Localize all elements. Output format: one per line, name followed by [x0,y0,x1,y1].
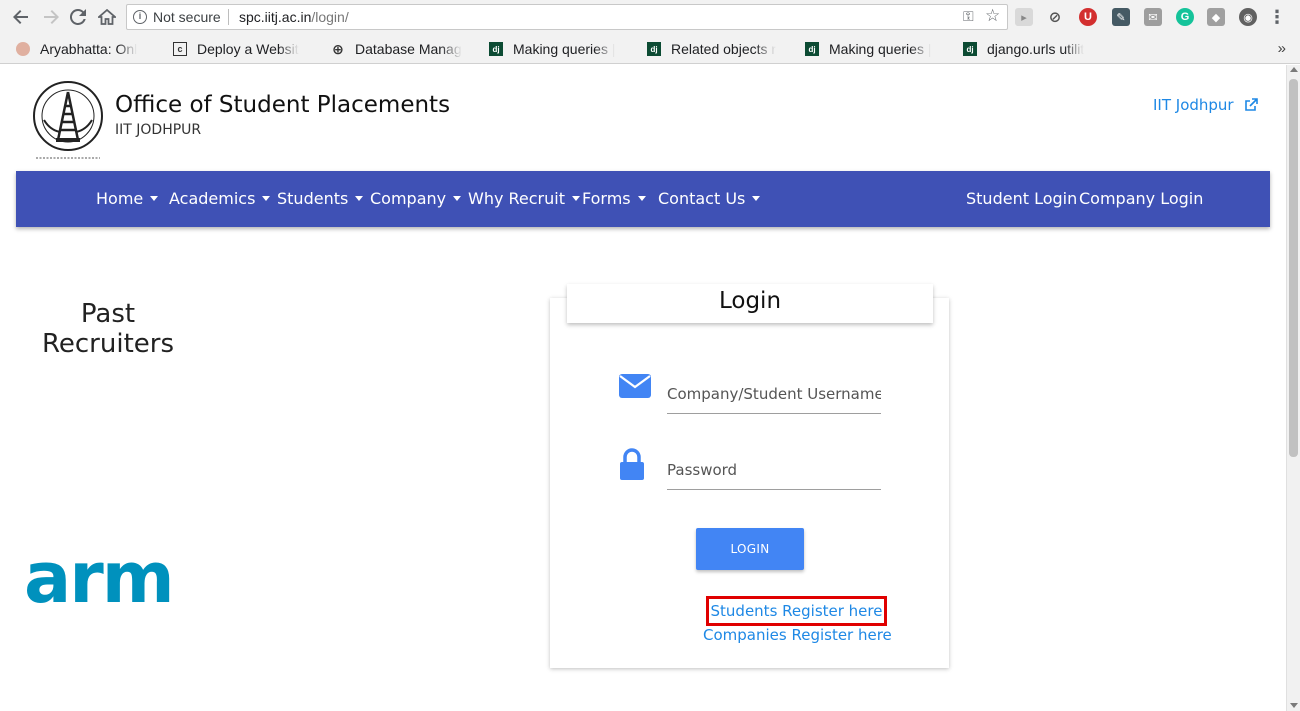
ublock-icon[interactable]: U [1079,8,1097,26]
nav-label: Company [370,189,447,208]
nav-home[interactable]: Home [96,171,159,227]
bookmark-item[interactable]: ⊕ Database Manag [331,40,471,58]
url-text[interactable]: spc.iitj.ac.in/login/ [239,9,349,25]
external-link-icon [1244,98,1258,111]
more-bookmarks-icon[interactable]: » [1278,40,1286,57]
nav-why-recruit[interactable]: Why Recruit [468,171,580,227]
back-icon[interactable] [10,6,32,28]
nav-label: Students [277,189,349,208]
caret-down-icon [637,196,646,201]
dropper-extension-icon[interactable]: ✎ [1112,8,1130,26]
login-title: Login [567,284,933,323]
companies-register-link[interactable]: Companies Register here [703,626,892,644]
address-bar[interactable]: i Not secure spc.iitj.ac.in/login/ ⚿ ☆ [126,4,1008,30]
bookmark-label: Related objects r [671,41,777,57]
django-icon: dj [805,42,819,56]
security-label[interactable]: Not secure [153,9,221,25]
company-login-link[interactable]: Company Login [1079,171,1203,227]
address-separator [228,9,229,25]
site-title: Office of Student Placements [115,92,451,118]
forward-icon[interactable] [40,6,62,28]
lock-icon [620,448,644,480]
nav-label: Academics [169,189,256,208]
django-icon: dj [489,42,503,56]
nav-company[interactable]: Company [370,171,462,227]
document-icon: c [173,42,187,56]
reload-icon[interactable] [67,6,89,28]
caret-down-icon [752,196,761,201]
past-recruiters-line1: Past [80,299,136,329]
bookmark-label: Making queries | [513,41,616,57]
bookmark-label: Database Manag [355,41,462,57]
grammarly-icon[interactable]: G [1176,8,1194,26]
scroll-up-icon[interactable] [1290,67,1298,72]
cube-extension-icon[interactable]: ◆ [1207,8,1225,26]
bookmark-label: django.urls utilit [987,41,1085,57]
bookmark-item[interactable]: dj Related objects r [647,40,787,58]
nav-label: Forms [582,189,631,208]
page-scrollbar[interactable] [1286,65,1300,711]
scroll-down-icon[interactable] [1290,703,1298,708]
nav-forms[interactable]: Forms [582,171,646,227]
nav-label: Home [96,189,144,208]
browser-toolbar: i Not secure spc.iitj.ac.in/login/ ⚿ ☆ ▸… [0,0,1300,34]
bookmark-item[interactable]: dj django.urls utilit [963,40,1103,58]
bookmark-item[interactable]: dj Making queries | [805,40,945,58]
django-icon: dj [963,42,977,56]
django-icon: dj [647,42,661,56]
nav-academics[interactable]: Academics [169,171,271,227]
aryabhatta-icon [16,42,30,56]
bookmark-item[interactable]: Aryabhatta: Onl [16,40,154,58]
caret-down-icon [262,196,271,201]
bookmark-star-icon[interactable]: ☆ [985,6,1000,26]
bookmark-item[interactable]: c Deploy a Websit [173,40,313,58]
caret-down-icon [453,196,462,201]
past-recruiters-line2: Recruiters [41,329,174,359]
bookmark-label: Making queries | [829,41,932,57]
bookmark-label: Aryabhatta: Onl [40,41,138,57]
nav-label: Contact Us [658,189,746,208]
login-button[interactable]: LOGIN [696,528,804,570]
caret-down-icon [150,196,159,201]
main-navbar: Home Academics Students Company Why Recr… [16,171,1270,227]
key-icon[interactable]: ⚿ [963,8,974,25]
url-host: spc.iitj.ac.in [239,9,312,25]
caret-down-icon [355,196,364,201]
extension-video-icon[interactable]: ▸ [1015,8,1033,26]
iit-jodhpur-link[interactable]: IIT Jodhpur [1153,96,1258,114]
caret-down-icon [572,196,580,201]
iit-jodhpur-link-label: IIT Jodhpur [1153,96,1234,114]
url-path: /login/ [311,9,349,25]
browser-menu-icon[interactable]: ⋮ [1268,7,1286,27]
bookmark-item[interactable]: dj Making queries | [489,40,629,58]
ghost-extension-icon[interactable]: ◉ [1239,8,1257,26]
students-register-link[interactable]: Students Register here [706,596,887,626]
envelope-icon [619,374,651,398]
username-input[interactable] [667,374,881,414]
nav-label: Why Recruit [468,189,565,208]
nav-students[interactable]: Students [277,171,364,227]
arm-logo: arm [24,537,175,619]
block-icon[interactable]: ⊘ [1046,8,1064,26]
password-input[interactable] [667,450,881,490]
bookmarks-bar: Aryabhatta: Onl c Deploy a Websit ⊕ Data… [0,34,1300,64]
nav-contact-us[interactable]: Contact Us [658,171,761,227]
home-icon[interactable] [96,6,118,28]
past-recruiters-heading: Past Recruiters [20,299,196,359]
info-icon[interactable]: i [133,10,147,24]
globe-icon: ⊕ [332,40,344,57]
mail-extension-icon[interactable]: ✉ [1144,8,1162,26]
student-login-link[interactable]: Student Login [966,171,1077,227]
page-content: Office of Student Placements IIT JODHPUR… [0,65,1286,711]
iitj-logo[interactable] [30,80,106,166]
site-subtitle: IIT JODHPUR [115,122,202,138]
scrollbar-thumb[interactable] [1289,79,1298,457]
bookmark-label: Deploy a Websit [197,41,299,57]
